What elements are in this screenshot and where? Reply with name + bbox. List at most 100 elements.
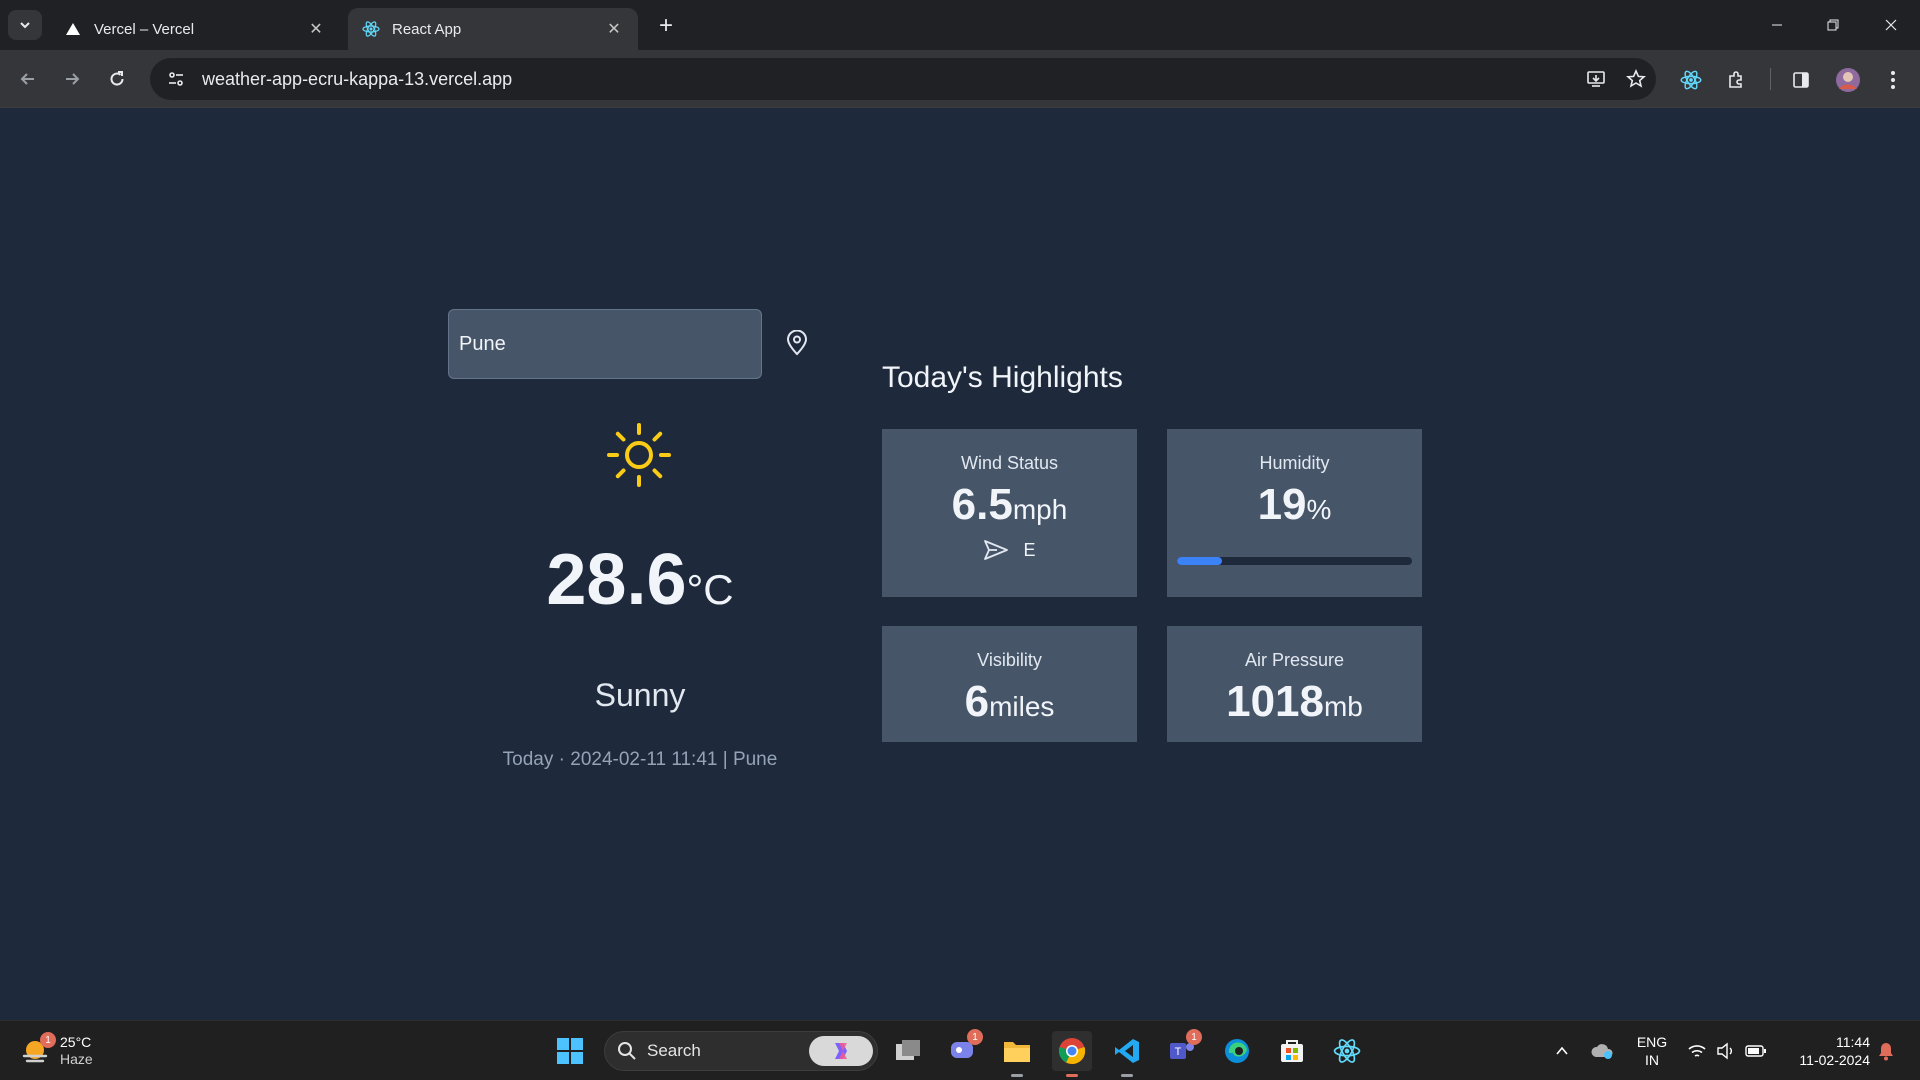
notification-badge: 1 (967, 1029, 983, 1045)
site-info-icon[interactable] (156, 59, 196, 99)
humidity-progress-fill (1177, 557, 1222, 565)
chat-app-icon[interactable]: 1 (943, 1029, 983, 1071)
location-pin-button[interactable] (782, 328, 812, 358)
arrow-right-icon (66, 73, 80, 85)
pressure-value: 1018mb (1167, 677, 1422, 727)
humidity-progress-bar (1177, 557, 1412, 565)
edge-icon[interactable] (1217, 1031, 1257, 1071)
visibility-card: Visibility 6miles (882, 626, 1137, 742)
weather-condition: Sunny (594, 677, 686, 713)
running-indicator (1011, 1074, 1023, 1077)
tab-title: React App (392, 20, 462, 38)
card-label: Humidity (1259, 453, 1330, 473)
clock-time: 11:44 (1836, 1034, 1870, 1050)
back-button[interactable] (12, 63, 44, 95)
profile-avatar[interactable] (1831, 63, 1865, 97)
chevron-up-icon[interactable] (1550, 1039, 1574, 1063)
teams-icon[interactable]: T 1 (1162, 1029, 1202, 1071)
search-label: Search (647, 1041, 701, 1060)
visibility-value: 6miles (882, 677, 1137, 727)
volume-icon[interactable] (1714, 1039, 1738, 1063)
close-icon[interactable]: ✕ (306, 19, 326, 39)
city-search-input[interactable] (448, 309, 762, 379)
minimize-button[interactable] (1754, 8, 1800, 42)
extensions-puzzle-icon[interactable] (1719, 63, 1753, 97)
taskbar-search[interactable]: Search (604, 1031, 878, 1071)
running-indicator (1066, 1074, 1078, 1077)
minimize-icon (1772, 24, 1782, 26)
toolbar-divider (1770, 68, 1771, 90)
window-close-button[interactable] (1868, 8, 1914, 42)
wind-direction-text: E (1023, 539, 1036, 560)
language-indicator[interactable]: ENG IN (1630, 1033, 1674, 1069)
humidity-card: Humidity 19% (1167, 429, 1422, 597)
wind-direction: E (882, 538, 1137, 562)
onedrive-icon[interactable] (1590, 1039, 1614, 1063)
reload-button[interactable] (101, 63, 133, 95)
metric-value: 19 (1257, 480, 1307, 529)
browser-toolbar: weather-app-ecru-kappa-13.vercel.app (0, 50, 1920, 108)
battery-icon[interactable] (1744, 1039, 1768, 1063)
tab-react-app[interactable]: React App ✕ (348, 8, 638, 50)
more-vertical-icon (1891, 71, 1895, 89)
clock[interactable]: 11:44 11-02-2024 (1784, 1033, 1870, 1069)
metric-unit: mph (1012, 494, 1068, 525)
url-text[interactable]: weather-app-ecru-kappa-13.vercel.app (202, 69, 1576, 90)
close-icon (1885, 19, 1897, 31)
windows-logo-icon (557, 1038, 583, 1064)
metric-unit: % (1306, 494, 1332, 525)
card-label: Wind Status (960, 453, 1059, 473)
chrome-icon[interactable] (1052, 1031, 1092, 1077)
forward-button[interactable] (56, 63, 88, 95)
file-explorer-icon[interactable] (997, 1031, 1037, 1077)
taskbar: 1 25°C Haze Search 1 T 1 ENG IN 11:44 11… (0, 1020, 1920, 1080)
restore-button[interactable] (1810, 8, 1856, 42)
task-view-icon[interactable] (888, 1031, 928, 1071)
address-bar[interactable]: weather-app-ecru-kappa-13.vercel.app (150, 58, 1656, 100)
metric-unit: mb (1323, 691, 1363, 722)
react-icon (362, 20, 380, 38)
notification-badge: 1 (1186, 1029, 1202, 1045)
sun-icon (607, 423, 671, 487)
vercel-triangle-icon (64, 20, 82, 38)
search-icon (618, 1042, 636, 1060)
tab-vercel[interactable]: Vercel – Vercel ✕ (50, 8, 340, 50)
vscode-icon[interactable] (1107, 1031, 1147, 1077)
notification-bell-icon[interactable] (1874, 1039, 1898, 1063)
svg-text:T: T (1175, 1046, 1182, 1058)
start-button[interactable] (550, 1031, 590, 1071)
tab-search-button[interactable] (8, 10, 42, 40)
tab-title: Vercel – Vercel (94, 20, 195, 38)
copilot-icon[interactable] (809, 1036, 873, 1066)
bookmark-star-icon[interactable] (1616, 59, 1656, 99)
navigation-arrow-icon (984, 540, 1009, 560)
metric-value: 6 (964, 677, 990, 726)
humidity-value: 19% (1167, 480, 1422, 530)
close-icon[interactable]: ✕ (604, 19, 624, 39)
temperature-unit: °C (686, 566, 734, 613)
react-devtools-icon[interactable] (1674, 63, 1708, 97)
browser-menu-button[interactable] (1876, 63, 1910, 97)
browser-tab-bar: Vercel – Vercel ✕ React App ✕ + (0, 0, 1920, 50)
new-tab-button[interactable]: + (652, 12, 680, 40)
microsoft-store-icon[interactable] (1272, 1031, 1312, 1071)
wind-status-card: Wind Status 6.5mph E (882, 429, 1137, 597)
taskbar-weather-widget[interactable]: 1 25°C Haze (20, 1029, 120, 1073)
metric-value: 1018 (1226, 677, 1324, 726)
chevron-down-icon (20, 22, 30, 29)
highlights-title: Today's Highlights (882, 361, 1123, 394)
react-native-app-icon[interactable] (1327, 1031, 1367, 1071)
weather-haze-icon: 1 (20, 1032, 56, 1066)
weather-app: 28.6°C Sunny Today · 2024-02-11 11:41 | … (0, 109, 1920, 1020)
side-panel-icon[interactable] (1784, 63, 1818, 97)
reload-icon (110, 71, 124, 86)
air-pressure-card: Air Pressure 1018mb (1167, 626, 1422, 742)
install-app-icon[interactable] (1576, 59, 1616, 99)
restore-icon (1827, 19, 1839, 31)
map-pin-icon (786, 330, 808, 356)
notification-badge: 1 (40, 1032, 56, 1048)
wifi-icon[interactable] (1685, 1039, 1709, 1063)
weather-desc: Haze (60, 1051, 93, 1067)
weather-temp: 25°C (60, 1034, 92, 1050)
temperature-value: 28.6 (546, 540, 687, 620)
